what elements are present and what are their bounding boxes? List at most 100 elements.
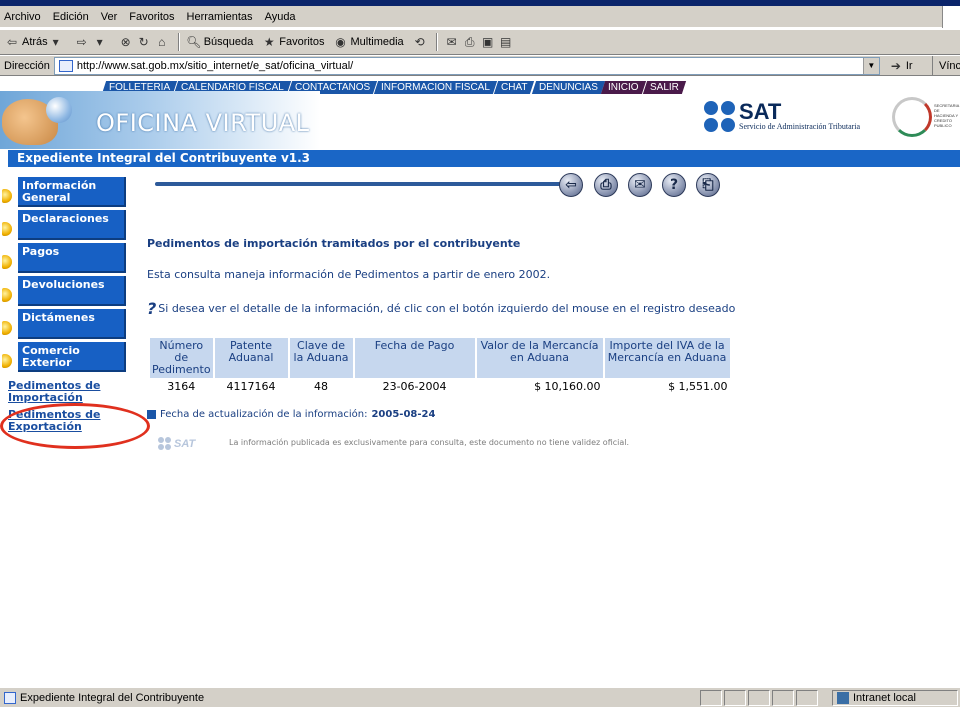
sat-logo: SAT Servicio de Administración Tributari… bbox=[704, 101, 860, 132]
address-dropdown-icon[interactable]: ▼ bbox=[862, 57, 879, 74]
topnav-label: INICIO bbox=[608, 82, 639, 93]
leftnav-button[interactable]: Comercio Exterior bbox=[18, 342, 126, 372]
leftnav-item-dictamenes[interactable]: Dictámenes bbox=[0, 309, 130, 342]
topnav-label: CHAT bbox=[501, 82, 528, 93]
table-cell: 23-06-2004 bbox=[382, 380, 447, 393]
topnav-denuncias[interactable]: DENUNCIAS bbox=[531, 81, 605, 94]
orb-graphic bbox=[46, 97, 72, 123]
leftnav-button[interactable]: Dictámenes bbox=[18, 309, 126, 339]
discuss-icon[interactable]: ▤ bbox=[498, 34, 514, 50]
links-button[interactable]: Vínculos bbox=[932, 56, 960, 76]
section-description: Esta consulta maneja información de Pedi… bbox=[147, 268, 551, 281]
leftnav-item-informacion[interactable]: Información General bbox=[0, 177, 130, 210]
address-input[interactable]: http://www.sat.gob.mx/sitio_internet/e_s… bbox=[53, 56, 880, 75]
left-nav: Información General Declaraciones Pagos … bbox=[0, 177, 130, 375]
menu-archivo[interactable]: Archivo bbox=[4, 11, 41, 23]
browser-toolbar: ⇦ Atrás ▾ ⇨ ▾ ⊗ ↻ ⌂ 🔍︎ Búsqueda ★ Favori… bbox=[0, 29, 960, 55]
table-cell: $ 1,551.00 bbox=[668, 380, 728, 393]
topnav-inicio[interactable]: INICIO bbox=[601, 81, 647, 94]
sat-logo-subtitle: Servicio de Administración Tributaria bbox=[739, 122, 861, 131]
banner-title: OFICINA VIRTUAL bbox=[96, 109, 310, 137]
sat-dots-icon bbox=[704, 101, 735, 132]
update-label: Fecha de actualización de la información… bbox=[160, 409, 368, 420]
bullet-icon bbox=[2, 321, 12, 335]
leftnav-button[interactable]: Devoluciones bbox=[18, 276, 126, 306]
pedimentos-table: Número de Pedimento Patente Aduanal Clav… bbox=[148, 338, 732, 395]
toolbar-separator bbox=[177, 33, 180, 51]
back-button[interactable]: ⇦ Atrás ▾ bbox=[4, 34, 66, 50]
search-label: Búsqueda bbox=[203, 36, 254, 48]
refresh-icon[interactable]: ↻ bbox=[136, 34, 152, 50]
page-icon bbox=[58, 59, 73, 72]
disclaimer-note: La información publicada es exclusivamen… bbox=[229, 438, 630, 447]
menu-favoritos[interactable]: Favoritos bbox=[129, 11, 174, 23]
print-icon[interactable]: ⎙ bbox=[462, 34, 478, 50]
multimedia-button[interactable]: ◉ Multimedia bbox=[332, 34, 403, 50]
search-button[interactable]: 🔍︎ Búsqueda bbox=[186, 34, 254, 50]
menu-ayuda[interactable]: Ayuda bbox=[265, 11, 296, 23]
back-icon[interactable]: ⇦ bbox=[559, 173, 583, 197]
go-arrow-icon: ➔ bbox=[890, 58, 901, 73]
forward-button[interactable]: ⇨ ▾ bbox=[74, 34, 110, 50]
menu-edicion[interactable]: Edición bbox=[53, 11, 89, 23]
back-dropdown-icon[interactable]: ▾ bbox=[48, 34, 64, 50]
forward-arrow-icon: ⇨ bbox=[76, 35, 87, 49]
topnav-label: DENUNCIAS bbox=[538, 82, 598, 93]
sublink-pedimentos-importacion[interactable]: Pedimentos de Importación bbox=[8, 380, 112, 404]
address-bar: Dirección http://www.sat.gob.mx/sitio_in… bbox=[0, 56, 960, 76]
favorites-button[interactable]: ★ Favoritos bbox=[261, 34, 325, 50]
mail-icon[interactable]: ✉ bbox=[444, 34, 460, 50]
favorites-label: Favoritos bbox=[279, 36, 325, 48]
mail-icon[interactable]: ✉ bbox=[628, 173, 652, 197]
leftnav-item-comercio-exterior[interactable]: Comercio Exterior bbox=[0, 342, 130, 375]
toolbar-separator bbox=[435, 33, 438, 51]
multimedia-icon: ◉ bbox=[335, 35, 346, 49]
history-icon[interactable]: ⟲ bbox=[412, 34, 428, 50]
column-header: Patente Aduanal bbox=[214, 338, 288, 378]
menu-herramientas[interactable]: Herramientas bbox=[187, 11, 253, 23]
footer-sat-logo: SAT bbox=[158, 437, 195, 450]
home-icon[interactable]: ⌂ bbox=[154, 34, 170, 50]
menu-bar-end bbox=[942, 6, 960, 28]
page-content: FOLLETERIA CALENDARIO FISCAL CONTACTANOS… bbox=[0, 77, 960, 687]
table-cell: $ 10,160.00 bbox=[534, 380, 601, 393]
bullet-icon bbox=[2, 354, 12, 368]
eagle-emblem-icon bbox=[892, 97, 932, 137]
section-title: Pedimentos de importación tramitados por… bbox=[147, 237, 521, 250]
icon-bar-line bbox=[155, 182, 561, 186]
exit-door-icon[interactable]: ⎗ bbox=[696, 173, 720, 197]
help-text: Si desea ver el detalle de la informació… bbox=[158, 302, 736, 315]
edit-icon[interactable]: ▣ bbox=[480, 34, 496, 50]
leftnav-button[interactable]: Pagos bbox=[18, 243, 126, 273]
status-bar: Expediente Integral del Contribuyente In… bbox=[0, 687, 960, 707]
stop-icon[interactable]: ⊗ bbox=[118, 34, 134, 50]
multimedia-label: Multimedia bbox=[350, 36, 404, 48]
address-url: http://www.sat.gob.mx/sitio_internet/e_s… bbox=[76, 59, 354, 72]
search-icon: 🔍︎ bbox=[186, 35, 202, 49]
topnav-salir[interactable]: SALIR bbox=[642, 81, 687, 94]
menu-ver[interactable]: Ver bbox=[101, 11, 118, 23]
leftnav-item-pagos[interactable]: Pagos bbox=[0, 243, 130, 276]
square-bullet-icon bbox=[147, 410, 156, 419]
table-row[interactable]: 3164 4117164 48 23-06-2004 $ 10,160.00 $… bbox=[150, 378, 730, 395]
bullet-icon bbox=[2, 189, 12, 203]
topnav-chat[interactable]: CHAT bbox=[493, 81, 535, 94]
leftnav-item-devoluciones[interactable]: Devoluciones bbox=[0, 276, 130, 309]
highlight-circle-annotation bbox=[0, 403, 150, 449]
go-label: Ir bbox=[905, 59, 913, 72]
forward-dropdown-icon[interactable]: ▾ bbox=[92, 34, 108, 50]
leftnav-button[interactable]: Información General bbox=[18, 177, 126, 207]
print-icon[interactable]: ⎙ bbox=[594, 173, 618, 197]
column-header: Importe del IVA de la Mercancía en Aduan… bbox=[604, 338, 730, 378]
zone-label: Intranet local bbox=[853, 692, 916, 704]
leftnav-button[interactable]: Declaraciones bbox=[18, 210, 126, 240]
favorites-icon: ★ bbox=[263, 35, 275, 49]
sat-dots-icon bbox=[158, 437, 171, 450]
leftnav-item-declaraciones[interactable]: Declaraciones bbox=[0, 210, 130, 243]
help-icon[interactable]: ? bbox=[662, 173, 686, 197]
topnav-label: SALIR bbox=[650, 82, 679, 93]
go-button[interactable]: ➔ Ir bbox=[888, 58, 913, 74]
status-panels bbox=[700, 690, 820, 706]
topnav-informacion-fiscal[interactable]: INFORMACION FISCAL bbox=[374, 81, 498, 94]
bullet-icon bbox=[2, 222, 12, 236]
